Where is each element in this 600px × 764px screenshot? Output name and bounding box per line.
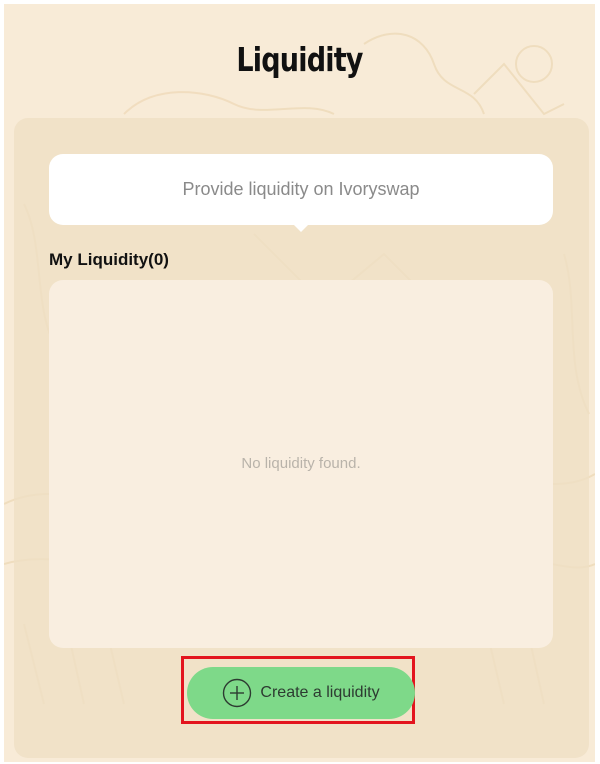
my-liquidity-heading: My Liquidity(0) xyxy=(49,250,169,269)
plus-circle-icon xyxy=(222,678,252,708)
info-banner: Provide liquidity on Ivoryswap xyxy=(49,154,553,225)
create-liquidity-button[interactable]: Create a liquidity xyxy=(187,667,415,719)
empty-state-message: No liquidity found. xyxy=(241,455,361,472)
page-title: Liquidity xyxy=(236,40,363,79)
liquidity-list[interactable]: No liquidity found. xyxy=(49,280,553,648)
info-banner-pointer xyxy=(294,225,308,232)
info-text: Provide liquidity on Ivoryswap xyxy=(182,179,420,199)
create-liquidity-label: Create a liquidity xyxy=(260,684,380,701)
page: Liquidity Provide liquidity on Ivoryswap… xyxy=(4,4,595,762)
